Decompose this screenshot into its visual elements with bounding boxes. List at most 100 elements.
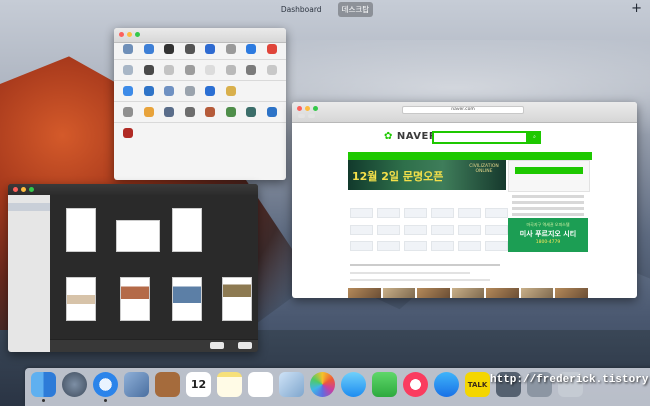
template-school-report[interactable] [172,277,202,321]
pref-pane[interactable] [139,65,160,75]
reminders-icon[interactable] [248,372,273,397]
pref-pane[interactable] [159,86,180,96]
minimize-button[interactable] [305,106,310,111]
press-logo[interactable] [404,208,427,218]
template-blank[interactable] [66,208,96,252]
press-logo[interactable] [377,224,400,235]
space-tab-desktop[interactable]: 데스크탑 [337,1,374,17]
pref-pane[interactable] [200,44,221,54]
press-logo[interactable] [458,241,481,252]
pref-pane[interactable] [221,86,242,96]
pref-pane[interactable] [118,86,139,96]
finder-icon[interactable] [31,372,56,402]
naver-logo[interactable]: ✿ NAVER [384,131,437,142]
ad-text-line[interactable] [512,213,584,216]
template-report[interactable] [120,277,150,321]
pref-pane[interactable] [139,86,160,96]
pref-pane[interactable] [241,65,262,75]
messages-icon[interactable] [341,372,366,397]
ad-promo-banner[interactable]: 마곡지구 역세권 오피스텔 미사 푸르지오 시티 1800-4779 [508,218,588,252]
press-logo[interactable] [350,241,373,252]
photo-thumb[interactable] [555,288,589,298]
photos-icon[interactable] [310,372,335,397]
pref-pane[interactable] [200,65,221,75]
ad-text-line[interactable] [512,207,584,210]
facetime-icon[interactable] [372,372,397,397]
naver-search-button[interactable]: ⌕ [528,131,541,144]
choose-button[interactable] [238,342,252,349]
pref-pane[interactable] [159,44,180,54]
pref-pane[interactable] [180,86,201,96]
pref-pane[interactable] [221,44,242,54]
pref-pane[interactable] [262,65,283,75]
close-button[interactable] [297,106,302,111]
sidebar-item[interactable] [8,251,50,259]
add-space-button[interactable]: + [631,1,642,17]
template-research-paper[interactable] [222,277,252,321]
bookmark-item[interactable] [308,114,316,118]
pref-pane[interactable] [241,107,262,117]
close-button[interactable] [119,32,124,37]
zoom-button[interactable] [313,106,318,111]
app-store-icon[interactable] [434,372,459,397]
photo-thumb[interactable] [417,288,450,298]
press-logo[interactable] [350,208,373,218]
notes-icon[interactable] [217,372,242,397]
pref-pane[interactable] [180,44,201,54]
itunes-icon[interactable] [403,372,428,397]
press-logo[interactable] [377,208,400,218]
sidebar-item[interactable] [8,195,50,203]
launchpad-icon[interactable] [62,372,87,397]
pref-pane[interactable] [262,44,283,54]
press-logo[interactable] [485,208,508,218]
cancel-button[interactable] [210,342,224,349]
sidebar-item[interactable] [8,259,50,267]
pref-pane[interactable] [180,107,201,117]
pref-pane[interactable] [139,107,160,117]
pref-pane[interactable] [139,44,160,54]
pages-template-window[interactable] [8,184,258,352]
photo-thumb[interactable] [486,288,519,298]
zoom-button[interactable] [29,187,34,192]
sidebar-item[interactable] [8,243,50,251]
template-essay[interactable] [66,277,96,321]
browser-window[interactable]: naver.com ✿ NAVER ⌕ 12월 2일 문명오픈 CIVILIZA… [292,102,637,298]
naver-login-button[interactable] [515,167,583,174]
pref-pane[interactable] [200,86,221,96]
sidebar-item-selected[interactable] [8,203,50,211]
press-logo[interactable] [458,224,481,235]
pref-pane[interactable] [200,107,221,117]
press-logo[interactable] [404,224,427,235]
photo-thumb[interactable] [520,288,554,298]
system-preferences-window[interactable] [114,28,286,180]
press-logo[interactable] [431,224,454,235]
press-logo[interactable] [350,224,373,235]
pref-pane[interactable] [159,65,180,75]
pref-pane[interactable] [262,107,283,117]
bookmark-item[interactable] [298,114,306,118]
sidebar-item[interactable] [8,235,50,243]
press-logo[interactable] [485,241,508,252]
preview-icon[interactable] [279,372,304,397]
nav-item[interactable] [352,154,353,158]
template-blank-landscape[interactable] [116,220,160,252]
press-logo[interactable] [431,208,454,218]
photo-thumb[interactable] [382,288,416,298]
safari-icon[interactable] [93,372,118,402]
calendar-icon[interactable]: 12 [186,372,211,397]
photo-thumb[interactable] [451,288,485,298]
space-tab-dashboard[interactable]: Dashboard [277,3,326,16]
pref-pane[interactable] [221,65,242,75]
mail-icon[interactable] [124,372,149,397]
minimize-button[interactable] [21,187,26,192]
pref-pane[interactable] [241,44,262,54]
kakaotalk-icon[interactable]: TALK [465,372,490,397]
minimize-button[interactable] [127,32,132,37]
zoom-button[interactable] [135,32,140,37]
sidebar-item[interactable] [8,227,50,235]
pref-pane[interactable] [180,65,201,75]
press-logo[interactable] [485,224,508,235]
naver-main-banner[interactable]: 12월 2일 문명오픈 CIVILIZATION ONLINE [348,160,506,190]
press-logo[interactable] [458,208,481,218]
press-logo[interactable] [377,241,400,252]
